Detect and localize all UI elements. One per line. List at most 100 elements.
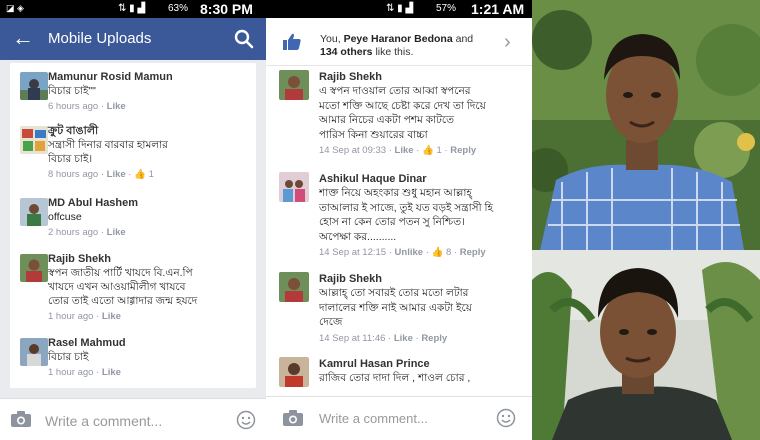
unlike-link[interactable]: Unlike	[395, 247, 424, 258]
emoji-icon[interactable]	[236, 410, 256, 430]
reply-link[interactable]: Reply	[450, 145, 476, 156]
comment-composer: Write a comment...	[266, 396, 532, 440]
comment-text: সন্ত্রাসী দিনার বারবার হামলার	[48, 139, 168, 151]
comment-text: আল্লাহ্‌ তো সবারই তোর মতো লটার	[319, 287, 469, 299]
likes-suffix: like this.	[375, 46, 414, 58]
comment-body: Rasel Mahmud বিচার চাই 1 hour ago · Like	[48, 336, 243, 380]
comment-body: ক্রুট বাঙালী সন্ত্রাসী দিনার বারবার হামল…	[48, 124, 243, 182]
comment-text: অপেক্ষা কর..........	[319, 230, 397, 243]
like-link[interactable]: Like	[395, 145, 414, 156]
thumbs-up-icon: 👍	[134, 169, 146, 180]
comment-text: তোর তাই এতো আগ্গাদার জন্ম হযদে	[48, 295, 198, 307]
comment-author[interactable]: Rajib Shekh	[48, 252, 243, 266]
comment-meta: 1 hour ago · Like	[48, 311, 121, 322]
comment-body: Rajib Shekh স্বপন জাতীয় পার্টি খাযদে বি…	[48, 252, 243, 324]
comment-body: Rajib Shekh এ স্বপন দাওয়াল তোর আব্বা স্…	[319, 70, 524, 158]
comment-time: 1 hour ago	[48, 311, 94, 322]
comment-author[interactable]: Mamunur Rosid Mamun	[48, 70, 243, 84]
reaction-count[interactable]: 8	[446, 247, 451, 258]
thumbs-up-icon: 👍	[422, 145, 434, 156]
like-link[interactable]: Like	[107, 227, 126, 238]
comment-body: Kamrul Hasan Prince রাজিব তোর দাদা দিল ,…	[319, 357, 524, 386]
comment-text: তাআলার ই সাজে, তুই যত বড়ই সন্ত্রাসী হি	[319, 201, 494, 214]
comment-author[interactable]: Rajib Shekh	[319, 272, 524, 286]
liker-name[interactable]: Peye Haranor Bedona	[344, 33, 453, 45]
comment-author[interactable]: ক্রুট বাঙালী	[48, 124, 243, 138]
comment-text: বিচার চাই	[48, 351, 89, 363]
like-link[interactable]: Like	[102, 367, 121, 378]
signal-icon: ⇅ ▮ ▟	[118, 3, 146, 14]
avatar[interactable]	[20, 198, 48, 226]
comment-body: Rajib Shekh আল্লাহ্‌ তো সবারই তোর মতো লট…	[319, 272, 524, 346]
battery-level: 63%	[168, 3, 189, 14]
avatar[interactable]	[20, 72, 48, 100]
avatar[interactable]	[279, 70, 309, 100]
likes-and: and	[455, 33, 474, 45]
likes-others[interactable]: 134 others	[320, 46, 373, 58]
comment-author[interactable]: Rajib Shekh	[319, 70, 524, 84]
comment-text: বিচার চাই।	[48, 153, 93, 165]
comment-author[interactable]: Kamrul Hasan Prince	[319, 357, 524, 371]
likes-text: You, Peye Haranor Bedona and 134 others …	[320, 33, 500, 59]
comment-author[interactable]: MD Abul Hashem	[48, 196, 243, 210]
comment-meta: 14 Sep at 12:15 · Unlike · 👍 8 · Reply	[319, 247, 486, 258]
like-link[interactable]: Like	[107, 101, 126, 112]
comment-input[interactable]: Write a comment...	[319, 411, 428, 426]
portrait-photo-top	[532, 0, 760, 250]
reaction-count[interactable]: 1	[149, 169, 154, 180]
comment-composer: Write a comment...	[0, 398, 266, 440]
comment-text: মতো শক্তি আছে চেষ্টা করে দেখ তা দিয়ে	[319, 99, 486, 112]
battery-level: 57%	[436, 3, 457, 14]
page-title: Mobile Uploads	[48, 30, 152, 47]
comment-meta: 14 Sep at 11:46 · Like · Reply	[319, 332, 448, 344]
comment-text: পারিস কিনা শুয়ারের বাচ্চা	[319, 128, 428, 141]
comment-text: হোস না কেন তোর পতন সু নিশ্চিত।	[319, 216, 465, 228]
comment-meta: 1 hour ago · Like	[48, 367, 121, 378]
chevron-right-icon[interactable]: ›	[504, 32, 511, 52]
comment-meta: 14 Sep at 09:33 · Like · 👍 1 · Reply	[319, 145, 477, 156]
likes-prefix: You,	[320, 33, 341, 45]
comment-text: শাক্ত নিয়ে অহংকার শুধু মহান আল্লাহ্‌	[319, 187, 472, 199]
signal-icon: ⇅ ▮ ▟	[386, 3, 414, 14]
avatar[interactable]	[279, 357, 309, 387]
comment-text: আমার নিচের একটা পশম কাটতে	[319, 114, 454, 126]
thumbs-up-icon: 👍	[431, 247, 444, 258]
reaction-count[interactable]: 1	[437, 145, 442, 156]
comment-date: 14 Sep at 12:15	[319, 247, 387, 258]
likes-summary[interactable]: You, Peye Haranor Bedona and 134 others …	[266, 18, 532, 66]
comment-author[interactable]: Ashikul Haque Dinar	[319, 172, 524, 186]
portrait-photo-bottom	[532, 250, 760, 440]
like-link[interactable]: Like	[107, 169, 126, 180]
camera-icon[interactable]	[282, 409, 304, 427]
comment-text: স্বপন জাতীয় পার্টি খাযদে বি.এন.পি	[48, 267, 193, 279]
comment-input[interactable]: Write a comment...	[45, 413, 162, 429]
comment-text: খাযদে এখন আওয়ামীলীগ খাযবে	[48, 281, 186, 293]
comment-text: দেজে	[319, 316, 343, 328]
comment-text: রাজিব তোর দাদা দিল , শাওল চোর ,	[319, 372, 471, 384]
comment-meta: 2 hours ago · Like	[48, 227, 126, 238]
comment-text: দালালের শক্তি নাই আমার একটা ইয়ে	[319, 301, 472, 314]
comment-author[interactable]: Rasel Mahmud	[48, 336, 243, 350]
like-link[interactable]: Like	[394, 333, 413, 344]
search-icon[interactable]	[232, 27, 256, 51]
reply-link[interactable]: Reply	[460, 247, 486, 258]
reply-link[interactable]: Reply	[421, 333, 447, 344]
like-link[interactable]: Like	[102, 311, 121, 322]
status-time: 8:30 PM	[200, 1, 253, 17]
comment-text: বিচার চাই""	[48, 85, 96, 97]
notification-icons: ◪ ◈	[6, 3, 24, 13]
comment-time: 1 hour ago	[48, 367, 94, 378]
avatar[interactable]	[20, 338, 48, 366]
avatar[interactable]	[20, 126, 48, 154]
comment-meta: 6 hours ago · Like	[48, 101, 126, 112]
avatar[interactable]	[20, 254, 48, 282]
status-bar: ⇅ ▮ ▟ 57% 1:21 AM	[266, 0, 532, 18]
emoji-icon[interactable]	[496, 408, 516, 428]
avatar[interactable]	[279, 172, 309, 202]
avatar[interactable]	[279, 272, 309, 302]
app-header: ← Mobile Uploads	[0, 18, 266, 60]
status-bar: ◪ ◈ ⇅ ▮ ▟ 63% 8:30 PM	[0, 0, 266, 18]
middle-phone-screen: ⇅ ▮ ▟ 57% 1:21 AM You, Peye Haranor Bedo…	[266, 0, 532, 440]
back-arrow-icon[interactable]: ←	[12, 24, 34, 52]
camera-icon[interactable]	[10, 410, 32, 428]
